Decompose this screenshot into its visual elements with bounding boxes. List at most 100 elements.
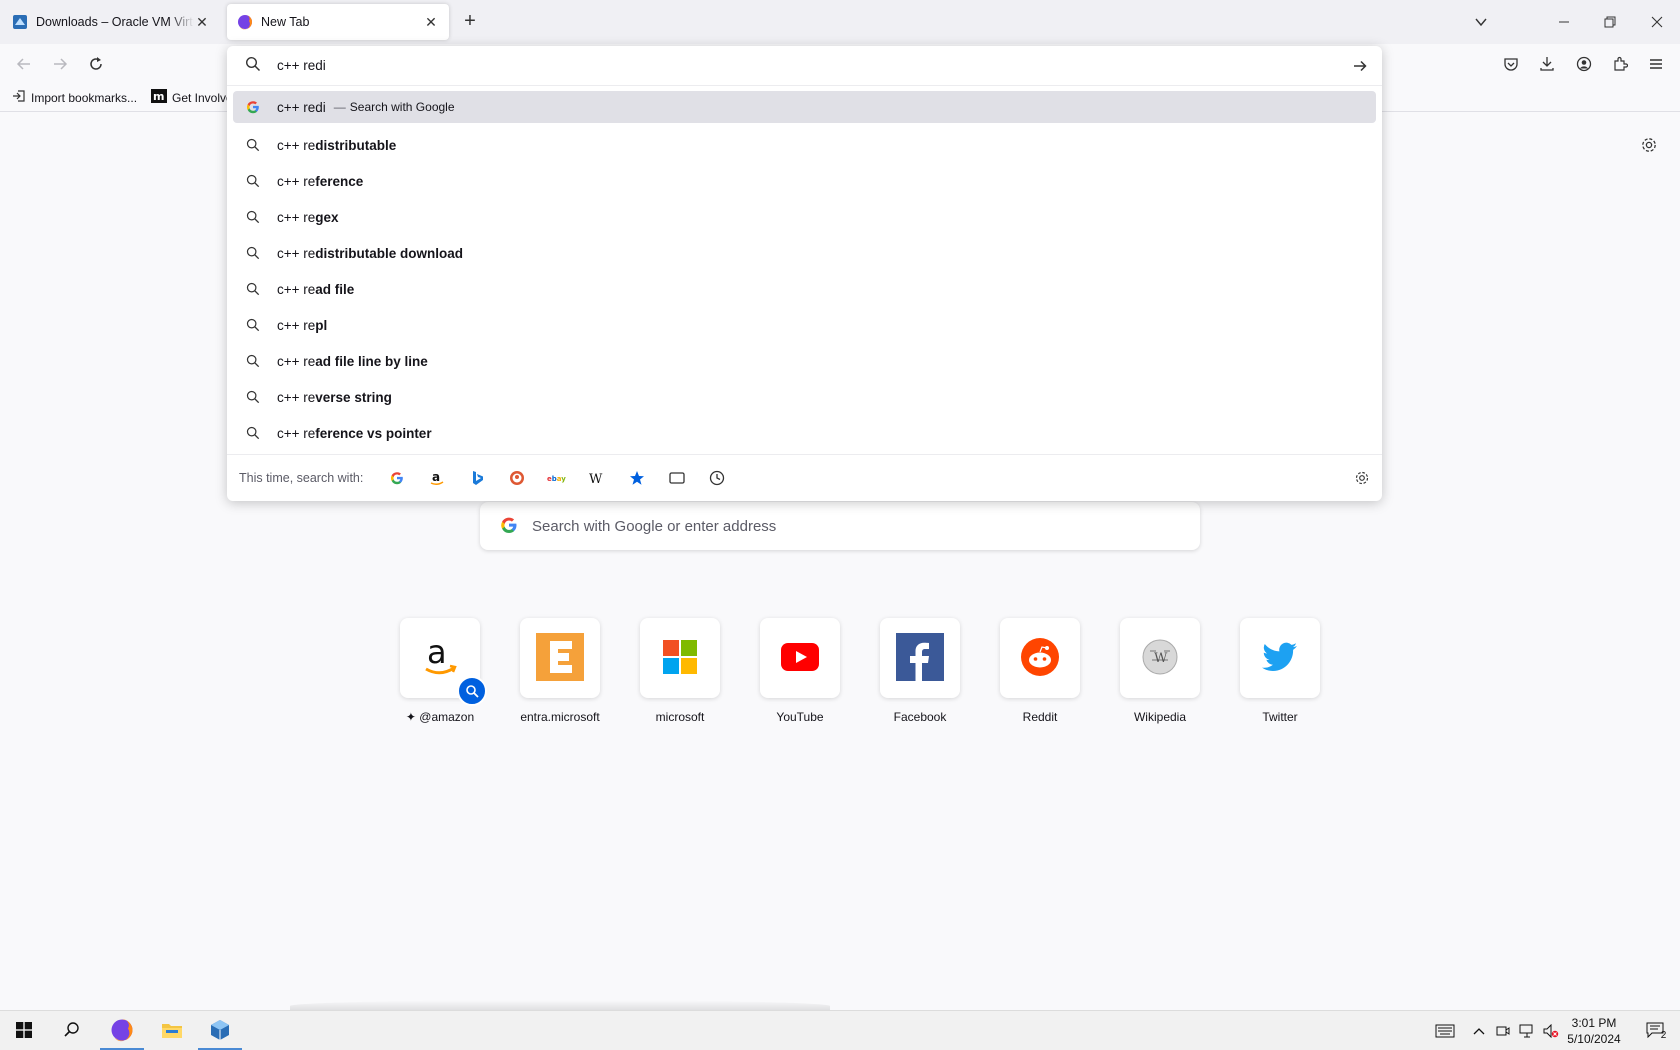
- bookmark-import[interactable]: Import bookmarks...: [12, 89, 137, 106]
- close-tab-icon[interactable]: ✕: [423, 14, 439, 30]
- forward-arrow-icon[interactable]: [48, 52, 72, 76]
- suggestion-row[interactable]: c++ re distributable: [233, 127, 1376, 163]
- account-icon[interactable]: [1572, 52, 1596, 76]
- extensions-icon[interactable]: [1608, 52, 1632, 76]
- suggestion-completion: ference: [315, 173, 364, 189]
- tab-title: New Tab: [261, 15, 310, 29]
- suggestion-row[interactable]: c++ re verse string: [233, 379, 1376, 415]
- firefox-icon: [237, 14, 253, 30]
- suggestion-typed: c++ re: [277, 245, 316, 261]
- search-icon: [245, 137, 261, 153]
- microsoft-icon: [663, 639, 697, 677]
- bing-icon[interactable]: [457, 463, 497, 493]
- start-button[interactable]: [0, 1011, 48, 1050]
- suggestion-row[interactable]: c++ re distributable download: [233, 235, 1376, 271]
- search-icon: [245, 245, 261, 261]
- google-icon: [245, 99, 261, 115]
- go-arrow-icon[interactable]: [1348, 54, 1372, 78]
- tabs-icon[interactable]: [657, 463, 697, 493]
- chevron-up-icon[interactable]: [1468, 1011, 1490, 1050]
- ebay-icon[interactable]: ebay: [537, 463, 577, 493]
- suggestion-row[interactable]: c++ re ference vs pointer: [233, 415, 1376, 451]
- urlbar-value[interactable]: c++ redi: [277, 58, 326, 73]
- suggestion-row[interactable]: c++ re ference: [233, 163, 1376, 199]
- top-site-label: entra.microsoft: [520, 710, 600, 724]
- urlbar-input[interactable]: c++ redi: [227, 46, 1382, 86]
- downloads-icon[interactable]: [1535, 52, 1559, 76]
- personalize-gear-icon[interactable]: [1637, 133, 1661, 157]
- volume-muted-icon[interactable]: [1540, 1011, 1562, 1050]
- bookmarks-icon[interactable]: [617, 463, 657, 493]
- close-tab-icon[interactable]: ✕: [194, 14, 210, 30]
- taskbar-file-explorer[interactable]: [148, 1011, 196, 1050]
- suggestion-typed: c++ re: [277, 389, 316, 405]
- close-window-icon[interactable]: [1645, 10, 1669, 34]
- suggestion-action: Search with Google: [349, 100, 455, 114]
- restore-icon[interactable]: [1598, 10, 1622, 34]
- search-settings-gear-icon[interactable]: [1350, 466, 1374, 490]
- history-icon[interactable]: [697, 463, 737, 493]
- twitter-icon: [1262, 642, 1298, 675]
- tab-new-tab[interactable]: New Tab ✕: [227, 4, 449, 40]
- taskbar-firefox[interactable]: [98, 1011, 146, 1050]
- suggestion-row-search-google[interactable]: c++ redi — Search with Google: [233, 91, 1376, 123]
- top-site-youtube[interactable]: YouTube: [740, 618, 860, 724]
- back-arrow-icon[interactable]: [12, 52, 36, 76]
- top-site-entra[interactable]: entra.microsoft: [500, 618, 620, 724]
- top-site-label: Wikipedia: [1133, 710, 1187, 724]
- wikipedia-icon[interactable]: W: [577, 463, 617, 493]
- google-icon[interactable]: [377, 463, 417, 493]
- suggestion-completion: verse string: [315, 389, 392, 405]
- search-icon: [245, 353, 261, 369]
- svg-text:m: m: [153, 90, 164, 103]
- tab-virtualbox[interactable]: Downloads – Oracle VM VirtualBox ✕: [2, 4, 220, 40]
- search-icon: [63, 1021, 81, 1042]
- search-shortcut-badge-icon: [457, 676, 487, 706]
- reload-icon[interactable]: [84, 52, 108, 76]
- virtualbox-icon: [12, 14, 28, 30]
- top-site-wikipedia[interactable]: W Wikipedia: [1100, 618, 1220, 724]
- import-icon: [12, 89, 26, 106]
- top-site-twitter[interactable]: Twitter: [1220, 618, 1340, 724]
- pocket-icon[interactable]: [1499, 52, 1523, 76]
- clock-time: 3:01 PM: [1571, 1016, 1617, 1030]
- virtualbox-icon: [209, 1019, 231, 1044]
- suggestion-completion: distributable: [315, 137, 397, 153]
- clock[interactable]: 3:01 PM 5/10/2024: [1562, 1015, 1626, 1047]
- suggestion-row[interactable]: c++ re pl: [233, 307, 1376, 343]
- pin-icon: ✦: [405, 710, 416, 724]
- search-icon: [245, 317, 261, 333]
- meet-now-icon[interactable]: [1492, 1011, 1514, 1050]
- taskbar-search-button[interactable]: [48, 1011, 96, 1050]
- svg-text:a: a: [432, 470, 440, 484]
- suggestion-completion: ad file: [315, 281, 355, 297]
- top-site-amazon[interactable]: a ✦ @amazon: [380, 618, 500, 724]
- search-icon: [245, 281, 261, 297]
- duckduckgo-icon[interactable]: [497, 463, 537, 493]
- keyboard-icon[interactable]: [1430, 1011, 1460, 1050]
- amazon-icon: a: [420, 633, 460, 682]
- list-all-tabs-icon[interactable]: [1469, 10, 1493, 34]
- suggestion-row[interactable]: c++ re ad file line by line: [233, 343, 1376, 379]
- urlbar-popup: c++ redi c++ redi — Search with Google c…: [227, 46, 1382, 501]
- top-site-microsoft[interactable]: microsoft: [620, 618, 740, 724]
- amazon-icon[interactable]: a: [417, 463, 457, 493]
- notifications-button[interactable]: 2: [1636, 1011, 1676, 1050]
- menu-icon[interactable]: [1644, 52, 1668, 76]
- top-site-facebook[interactable]: Facebook: [860, 618, 980, 724]
- suggestion-list: c++ redi — Search with Google c++ re dist…: [233, 91, 1376, 451]
- page-search-box[interactable]: Search with Google or enter address: [480, 502, 1200, 550]
- notification-count: 2: [1660, 1029, 1667, 1041]
- taskbar-virtualbox[interactable]: [196, 1011, 244, 1050]
- new-tab-button[interactable]: +: [458, 10, 482, 34]
- bookmark-label: Import bookmarks...: [31, 90, 138, 105]
- top-site-label: Reddit: [1022, 710, 1058, 724]
- minimize-icon[interactable]: [1552, 10, 1576, 34]
- suggestion-typed: c++ re: [277, 281, 316, 297]
- network-icon[interactable]: [1516, 1011, 1538, 1050]
- suggestion-completion: pl: [315, 317, 328, 333]
- suggestion-row[interactable]: c++ re gex: [233, 199, 1376, 235]
- suggestion-typed: c++ re: [277, 317, 316, 333]
- suggestion-row[interactable]: c++ re ad file: [233, 271, 1376, 307]
- top-site-reddit[interactable]: Reddit: [980, 618, 1100, 724]
